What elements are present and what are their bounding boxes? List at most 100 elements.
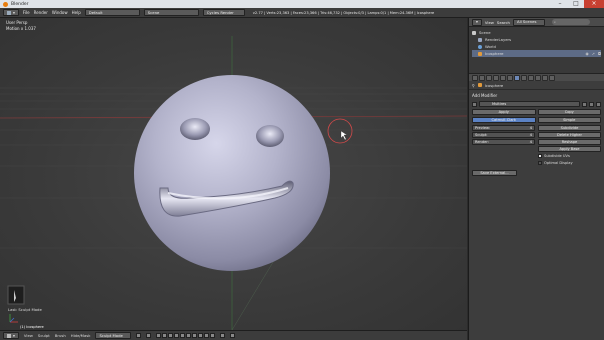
delete-higher-button[interactable]: Delete Higher (538, 132, 601, 138)
outliner-item-world[interactable]: World (472, 43, 601, 50)
menu-brush[interactable]: Brush (55, 333, 66, 338)
add-modifier-dropdown[interactable]: Add Modifier (472, 92, 601, 99)
outliner-item-renderlayers[interactable]: RenderLayers (472, 36, 601, 43)
world-tab-icon[interactable] (493, 74, 499, 81)
save-external-button[interactable]: Save External... (472, 170, 517, 176)
select-arrow-icon[interactable]: ➚ (592, 51, 595, 56)
interaction-mode-dropdown[interactable]: Sculpt Mode (95, 332, 132, 339)
render-engine-value: Cycles Render (206, 9, 234, 15)
pivot-icon[interactable] (146, 333, 152, 338)
outliner-search-input[interactable]: ⌕ (551, 19, 590, 25)
render-levels-field[interactable]: Render: 4 (472, 139, 535, 145)
3d-viewport[interactable]: User Persp Motion x 1.037 Last: Sculpt M… (0, 18, 467, 330)
apply-button[interactable]: Apply (472, 109, 536, 115)
viewport-header: ▾ View Sculpt Brush Hide/Mask Sculpt Mod… (0, 330, 467, 340)
preview-levels-field[interactable]: Preview: 4 (472, 125, 535, 131)
menu-file[interactable]: File (23, 10, 30, 15)
layer-buttons[interactable] (156, 333, 216, 338)
render-camera-icon[interactable]: ◘ (598, 51, 601, 56)
menu-render[interactable]: Render (34, 10, 48, 15)
outliner-item-label: RenderLayers (485, 37, 512, 42)
motion-info-label: Motion x 1.037 (6, 26, 36, 31)
menu-sculpt[interactable]: Sculpt (38, 333, 50, 338)
minimize-button[interactable]: – (552, 0, 568, 8)
sculpt-levels-field[interactable]: Sculpt: 4 (472, 132, 535, 138)
checkbox-label: Optimal Display (544, 161, 573, 165)
mesh-object-icon (477, 83, 482, 87)
menu-window[interactable]: Window (52, 10, 68, 15)
outliner-tree: Scene RenderLayers World Icosphere ◉ ➚ ◘ (469, 27, 604, 73)
modifier-header: Multires (472, 101, 601, 107)
right-editors: ▾ View Search All Scenes ⌕ Scene RenderL… (468, 18, 604, 340)
scene-stats: v2.77 | Verts:23,363 | Faces:23,366 | Tr… (252, 10, 435, 15)
active-object-label: (1) Icosphere (20, 325, 44, 329)
field-value: 4 (529, 126, 532, 130)
mouse-pointer-icon (340, 130, 348, 141)
close-button[interactable]: × (584, 0, 604, 8)
editor-type-outliner-dropdown[interactable]: ▾ (472, 18, 482, 26)
subdivide-button[interactable]: Subdivide (538, 125, 601, 131)
checkbox-checked-icon (538, 154, 542, 158)
render-layers-tab-icon[interactable] (479, 74, 485, 81)
screen-layout-value: Default (88, 9, 103, 15)
optimal-display-checkbox[interactable]: Optimal Display (538, 160, 601, 166)
field-value: 4 (529, 133, 532, 137)
outliner-item-label: Scene (479, 30, 491, 35)
material-tab-icon[interactable] (528, 74, 534, 81)
subdivide-uvs-checkbox[interactable]: Subdivide UVs (538, 153, 601, 159)
render-tab-icon[interactable] (472, 74, 478, 81)
editor-type-info-dropdown[interactable]: ▾ (3, 9, 19, 16)
outliner-menu-search[interactable]: Search (497, 20, 510, 25)
texture-tab-icon[interactable] (535, 74, 541, 81)
apply-base-button[interactable]: Apply Base (538, 146, 601, 152)
last-operator-label[interactable]: Last: Sculpt Mode (8, 307, 42, 312)
blender-logo-icon (3, 1, 8, 7)
render-toggle-icon[interactable] (589, 101, 594, 107)
lock-layers-icon[interactable] (220, 333, 226, 338)
brush-preview-thumbnail (7, 285, 25, 305)
checkbox-label: Subdivide UVs (544, 154, 570, 158)
render-engine-dropdown[interactable]: Cycles Render (202, 9, 245, 16)
menu-hide-mask[interactable]: Hide/Mask (71, 333, 91, 338)
visibility-eye-icon[interactable]: ◉ (585, 51, 588, 56)
properties-breadcrumb: ⚲ Icosphere (469, 81, 604, 90)
physics-tab-icon[interactable] (549, 74, 555, 81)
visibility-toggle-icon[interactable] (582, 101, 587, 107)
catmull-clark-button[interactable]: Catmull-Clark (472, 117, 536, 123)
outliner-menu-view[interactable]: View (485, 20, 494, 25)
modifier-close-icon[interactable] (596, 101, 601, 107)
outliner-header: ▾ View Search All Scenes ⌕ (469, 18, 604, 27)
scene-dropdown[interactable]: Scene (143, 9, 199, 16)
outliner-item-icosphere[interactable]: Icosphere ◉ ➚ ◘ (472, 50, 601, 57)
data-tab-icon[interactable] (521, 74, 527, 81)
constraints-tab-icon[interactable] (507, 74, 513, 81)
outliner-filter-value: All Scenes (516, 19, 537, 24)
simple-button[interactable]: Simple (537, 117, 601, 123)
object-tab-icon[interactable] (500, 74, 506, 81)
field-label: Render: (475, 140, 489, 144)
viewport-info-overlay: User Persp Motion x 1.037 (6, 20, 36, 32)
copy-button[interactable]: Copy (537, 109, 601, 115)
outliner-filter-dropdown[interactable]: All Scenes (512, 18, 545, 26)
menu-view[interactable]: View (24, 333, 33, 338)
field-value: 4 (529, 140, 532, 144)
icosphere-object (134, 75, 330, 271)
menu-help[interactable]: Help (72, 10, 81, 15)
editor-type-3d-dropdown[interactable]: ▾ (3, 332, 19, 339)
render-preview-icon[interactable] (230, 333, 236, 338)
reshape-button[interactable]: Reshape (538, 139, 601, 145)
shading-solid-icon[interactable] (136, 333, 142, 338)
modifier-name-field[interactable]: Multires (479, 101, 580, 107)
maximize-button[interactable]: □ (568, 0, 584, 8)
outliner-item-label: Icosphere (485, 51, 504, 56)
modifiers-tab-icon[interactable] (514, 74, 520, 81)
outliner-item-scene[interactable]: Scene (472, 29, 601, 36)
screen-layout-dropdown[interactable]: Default (84, 9, 140, 16)
scene-value: Scene (147, 9, 160, 15)
checkbox-unchecked-icon (538, 161, 542, 165)
breadcrumb-object-name: Icosphere (484, 82, 504, 88)
expand-arrow-icon[interactable] (472, 101, 477, 107)
pin-icon[interactable]: ⚲ (472, 83, 475, 88)
scene-tab-icon[interactable] (486, 74, 492, 81)
particles-tab-icon[interactable] (542, 74, 548, 81)
